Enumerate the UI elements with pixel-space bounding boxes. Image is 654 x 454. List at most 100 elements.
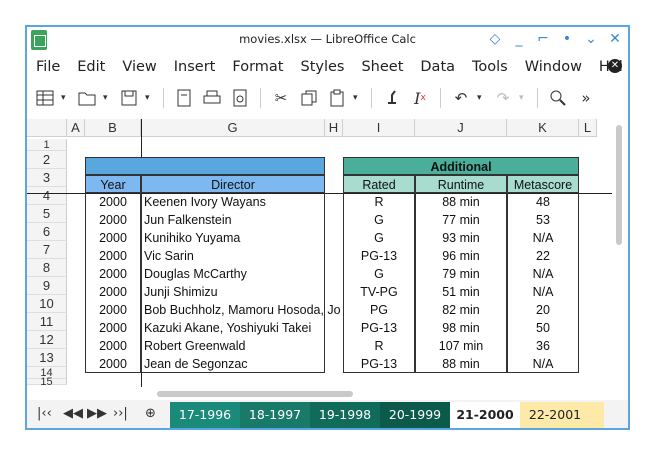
row-header-15[interactable]: 15 [27, 377, 67, 388]
cell-director[interactable]: Douglas McCarthy [141, 265, 325, 283]
cell-rated[interactable]: TV-PG [343, 283, 415, 301]
sheet-tab-18-1997[interactable]: 18-1997 [240, 402, 310, 428]
menu-tools[interactable]: Tools [463, 59, 516, 75]
cut-icon[interactable]: ✂ [269, 86, 293, 110]
column-header-g[interactable]: G [141, 119, 325, 137]
copy-icon[interactable] [297, 86, 321, 110]
cell-metascore[interactable]: N/A [507, 283, 579, 301]
cell-director[interactable]: Bob Buchholz, Mamoru Hosoda, Jo [141, 301, 341, 319]
cell-metascore[interactable]: 50 [507, 319, 579, 337]
find-icon[interactable] [546, 86, 570, 110]
cell-director[interactable]: Robert Greenwald [141, 337, 325, 355]
dot-icon[interactable]: • [560, 30, 574, 48]
cell-year[interactable]: 2000 [85, 211, 141, 229]
row-header-2[interactable]: 2 [27, 151, 67, 169]
vertical-scrollbar[interactable] [614, 123, 624, 385]
row-header-6[interactable]: 6 [27, 223, 67, 241]
cell-runtime[interactable]: 82 min [415, 301, 507, 319]
cell-metascore[interactable]: 48 [507, 193, 579, 211]
cell-director[interactable]: Kunihiko Yuyama [141, 229, 325, 247]
cell-year[interactable]: 2000 [85, 301, 141, 319]
sheet-tab-19-1998[interactable]: 19-1998 [310, 402, 380, 428]
vertical-scroll-thumb[interactable] [616, 125, 622, 245]
spreadsheet-grid[interactable]: A B G H I J K L 1 2 3 4 5 6 7 8 9 10 11 12 13 14 15 Ye… [27, 119, 628, 388]
sheet-tab-22-2001[interactable]: 22-2001 [520, 402, 590, 428]
sheet-tab-overflow[interactable] [590, 402, 604, 428]
more-icon[interactable]: » [574, 86, 598, 110]
row-header-7[interactable]: 7 [27, 241, 67, 259]
close-icon[interactable]: ✕ [608, 30, 622, 48]
folder-open-icon[interactable] [75, 86, 99, 110]
menu-window[interactable]: Window [516, 59, 590, 75]
chevron-down-icon[interactable]: ▾ [519, 93, 529, 103]
row-header-11[interactable]: 11 [27, 313, 67, 331]
row-header-5[interactable]: 5 [27, 205, 67, 223]
export-pdf-icon[interactable] [172, 86, 196, 110]
row-header-13[interactable]: 13 [27, 349, 67, 367]
chevron-down-icon[interactable]: ▾ [61, 93, 71, 103]
column-header-corner[interactable] [27, 119, 67, 137]
table-grid-icon[interactable] [33, 86, 57, 110]
cell-runtime[interactable]: 88 min [415, 193, 507, 211]
chevron-down-icon[interactable]: ▾ [103, 93, 113, 103]
cell-year[interactable]: 2000 [85, 247, 141, 265]
cell-year[interactable]: 2000 [85, 355, 141, 373]
paste-icon[interactable] [325, 86, 349, 110]
next-sheet-icon[interactable]: ▶▶ [87, 406, 107, 421]
cell-rated[interactable]: PG-13 [343, 247, 415, 265]
cell-year[interactable]: 2000 [85, 229, 141, 247]
menu-insert[interactable]: Insert [165, 59, 224, 75]
menu-styles[interactable]: Styles [291, 59, 352, 75]
cell-metascore[interactable]: 36 [507, 337, 579, 355]
chevron-down-icon[interactable]: ▾ [353, 93, 363, 103]
clear-formatting-icon[interactable]: Ix [408, 86, 432, 110]
column-header-h[interactable]: H [325, 119, 343, 137]
row-header-1[interactable]: 1 [27, 139, 67, 151]
clone-formatting-icon[interactable] [380, 86, 404, 110]
column-header-i[interactable]: I [343, 119, 415, 137]
row-header-3[interactable]: 3 [27, 169, 67, 187]
cell-metascore[interactable]: N/A [507, 229, 579, 247]
menu-data[interactable]: Data [411, 59, 463, 75]
cell-runtime[interactable]: 79 min [415, 265, 507, 283]
column-header-j[interactable]: J [415, 119, 507, 137]
cell-runtime[interactable]: 88 min [415, 355, 507, 373]
cell-metascore[interactable]: 20 [507, 301, 579, 319]
cell-director[interactable]: Vic Sarin [141, 247, 325, 265]
cell-runtime[interactable]: 51 min [415, 283, 507, 301]
cell-metascore[interactable]: 22 [507, 247, 579, 265]
print-preview-icon[interactable] [228, 86, 252, 110]
close-document-icon[interactable]: ✕ [608, 59, 622, 73]
cell-rated[interactable]: G [343, 229, 415, 247]
cell-runtime[interactable]: 98 min [415, 319, 507, 337]
cell-director[interactable]: Jean de Segonzac [141, 355, 325, 373]
prev-sheet-icon[interactable]: ◀◀ [63, 406, 83, 421]
menu-edit[interactable]: Edit [68, 59, 113, 75]
sheet-tab-17-1996[interactable]: 17-1996 [170, 402, 240, 428]
row-header-4[interactable]: 4 [27, 187, 67, 205]
cell-year[interactable]: 2000 [85, 193, 141, 211]
cell-year[interactable]: 2000 [85, 337, 141, 355]
first-sheet-icon[interactable]: |‹‹ [37, 406, 52, 421]
cell-year[interactable]: 2000 [85, 319, 141, 337]
cell-director[interactable]: Jun Falkenstein [141, 211, 325, 229]
pin-icon[interactable]: ◇ [488, 30, 502, 48]
row-header-8[interactable]: 8 [27, 259, 67, 277]
minimize-icon[interactable]: _ [512, 30, 526, 48]
cell-director[interactable]: Junji Shimizu [141, 283, 325, 301]
menu-format[interactable]: Format [223, 59, 291, 75]
undo-icon[interactable]: ↶ [449, 86, 473, 110]
add-sheet-icon[interactable]: ⊕ [145, 406, 156, 421]
cell-rated[interactable]: G [343, 265, 415, 283]
cell-runtime[interactable]: 96 min [415, 247, 507, 265]
redo-icon[interactable]: ↷ [491, 86, 515, 110]
last-sheet-icon[interactable]: ››| [113, 406, 128, 421]
cell-rated[interactable]: PG-13 [343, 355, 415, 373]
cell-runtime[interactable]: 77 min [415, 211, 507, 229]
cell-year[interactable]: 2000 [85, 283, 141, 301]
cell-metascore[interactable]: 53 [507, 211, 579, 229]
menu-file[interactable]: File [27, 59, 68, 75]
cell-metascore[interactable]: N/A [507, 265, 579, 283]
column-header-b[interactable]: B [85, 119, 141, 137]
cell-metascore[interactable]: N/A [507, 355, 579, 373]
